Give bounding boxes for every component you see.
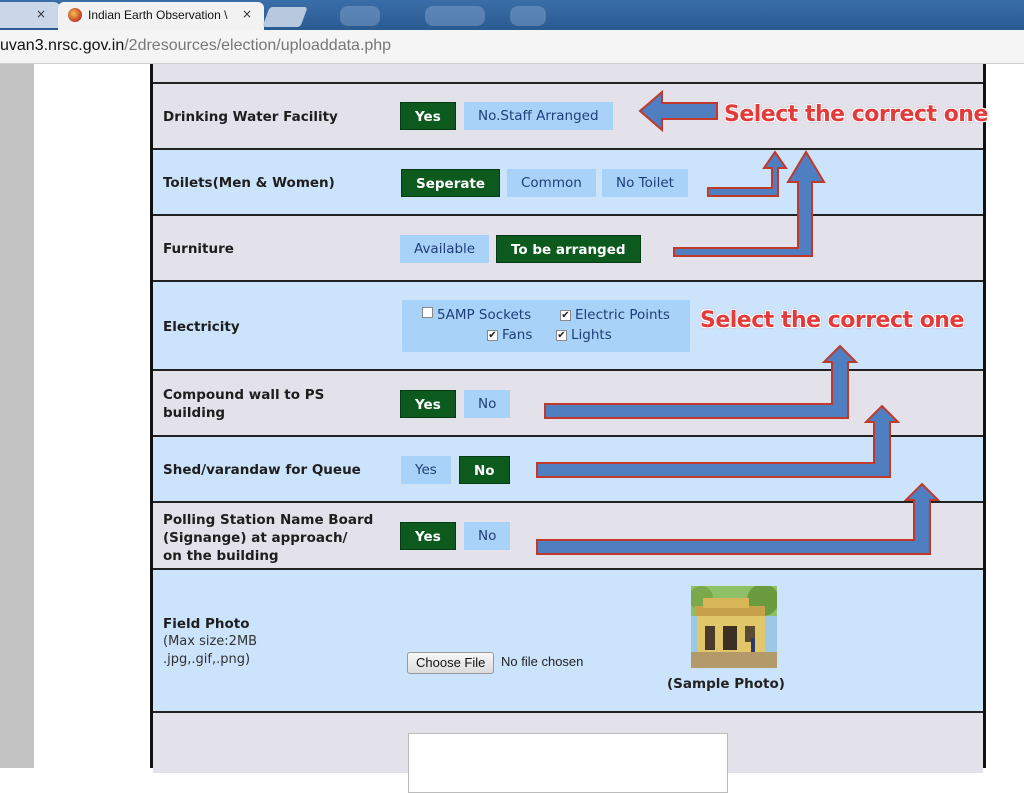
- annotation-arrow-up-nameboard: [536, 482, 941, 555]
- annotation-arrow-up-short: [707, 150, 788, 197]
- annotation-text-top: Select the correct one: [724, 102, 988, 127]
- annotation-text-mid: Select the correct one: [700, 308, 964, 333]
- annotation-arrow-up-tall: [673, 150, 826, 257]
- annotation-arrow-left: [638, 89, 718, 133]
- annotation-arrow-up-compound: [544, 344, 859, 419]
